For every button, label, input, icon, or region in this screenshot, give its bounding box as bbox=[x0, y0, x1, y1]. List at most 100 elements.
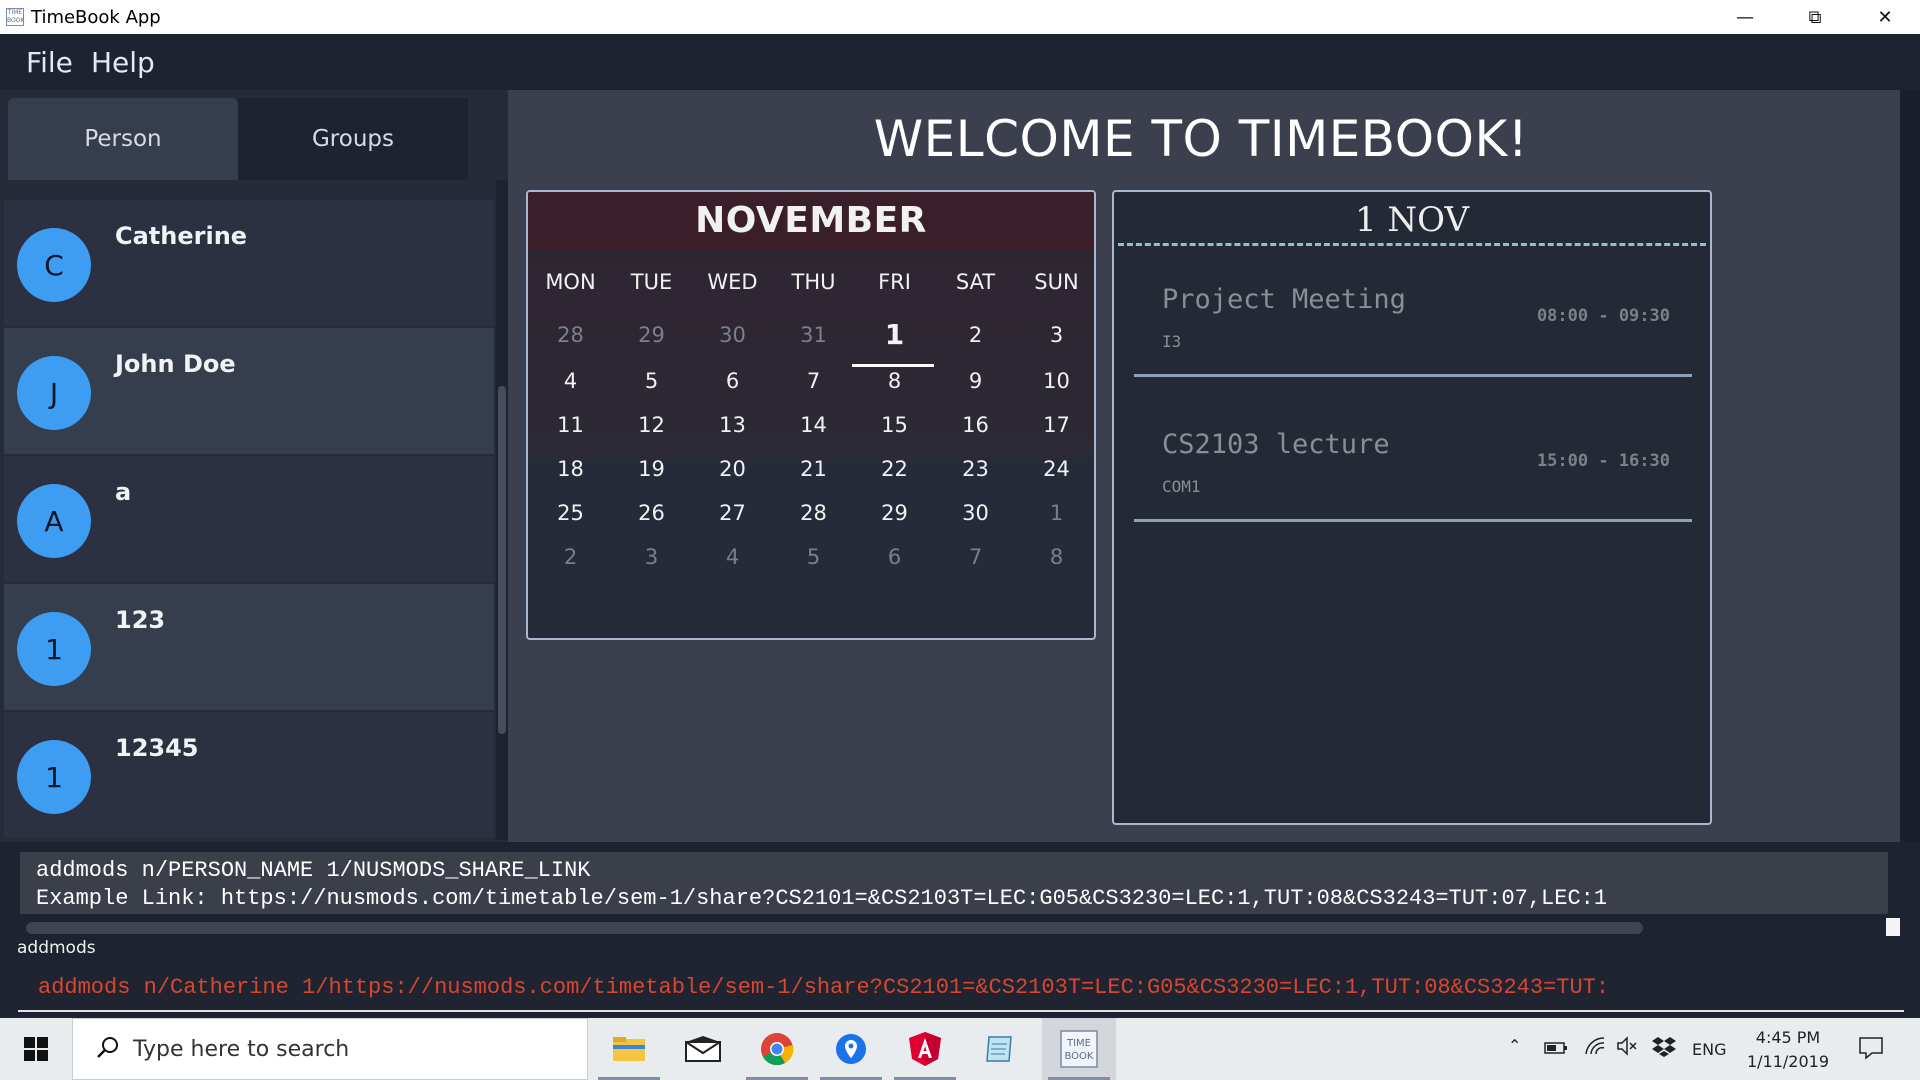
tab-groups[interactable]: Groups bbox=[238, 98, 468, 180]
calendar-day[interactable]: 9 bbox=[935, 369, 1016, 393]
main-scrollbar[interactable] bbox=[1900, 90, 1920, 842]
result-display[interactable]: addmods n/PERSON_NAME 1/NUSMODS_SHARE_LI… bbox=[20, 852, 1888, 914]
menu-file[interactable]: File bbox=[26, 46, 73, 79]
notepad-icon[interactable] bbox=[962, 1018, 1036, 1080]
calendar-day[interactable]: 14 bbox=[773, 413, 854, 437]
restore-button[interactable]: ⧉ bbox=[1780, 0, 1850, 34]
calendar-day[interactable]: 6 bbox=[854, 545, 935, 569]
calendar-day[interactable]: 29 bbox=[854, 501, 935, 525]
timebook-app-icon: TIME BOOK bbox=[6, 8, 25, 26]
file-explorer-icon[interactable] bbox=[592, 1018, 666, 1080]
result-line-2: Example Link: https://nusmods.com/timeta… bbox=[36, 886, 1608, 911]
chevron-up-icon[interactable]: ⌃ bbox=[1508, 1036, 1521, 1055]
svg-text:TIME: TIME bbox=[1066, 1038, 1091, 1049]
calendar-day[interactable]: 5 bbox=[611, 369, 692, 393]
svg-text:BOOK: BOOK bbox=[1065, 1051, 1094, 1062]
event-title: CS2103 lecture bbox=[1162, 429, 1390, 460]
calendar-day[interactable]: 17 bbox=[1016, 413, 1094, 437]
result-scroll-corner bbox=[1886, 918, 1900, 936]
calendar-day[interactable]: 15 bbox=[854, 413, 935, 437]
calendar-day[interactable]: 4 bbox=[530, 369, 611, 393]
maps-icon[interactable] bbox=[814, 1018, 888, 1080]
timebook-taskbar-icon[interactable]: TIME BOOK bbox=[1042, 1018, 1116, 1080]
list-item[interactable]: C Catherine bbox=[4, 200, 494, 326]
calendar-day[interactable]: 20 bbox=[692, 457, 773, 481]
calendar-day[interactable]: 8 bbox=[1016, 545, 1094, 569]
search-placeholder: Type here to search bbox=[133, 1037, 350, 1062]
menu-help[interactable]: Help bbox=[91, 46, 155, 79]
result-horizontal-scrollbar[interactable] bbox=[26, 922, 1643, 934]
calendar-day[interactable]: 6 bbox=[692, 369, 773, 393]
battery-icon[interactable] bbox=[1544, 1040, 1568, 1059]
taskbar-clock[interactable]: 4:45 PM 1/11/2019 bbox=[1740, 1026, 1836, 1074]
volume-muted-icon[interactable] bbox=[1616, 1036, 1638, 1060]
command-input-text: addmods n/Catherine 1/https://nusmods.co… bbox=[38, 975, 1610, 1000]
calendar-day[interactable]: 23 bbox=[935, 457, 1016, 481]
calendar-day[interactable]: 27 bbox=[692, 501, 773, 525]
list-item[interactable]: 1 12345 bbox=[4, 712, 494, 838]
calendar-day[interactable]: 1 bbox=[854, 318, 935, 351]
day-title: 1 NOV bbox=[1354, 200, 1470, 240]
calendar-day[interactable]: 5 bbox=[773, 545, 854, 569]
calendar-day[interactable]: 28 bbox=[773, 501, 854, 525]
clock-date: 1/11/2019 bbox=[1746, 1052, 1830, 1071]
event-card[interactable]: Project Meeting I3 08:00 - 09:30 bbox=[1134, 262, 1692, 377]
calendar-day[interactable]: 19 bbox=[611, 457, 692, 481]
language-indicator[interactable]: ENG bbox=[1692, 1040, 1726, 1059]
calendar-day[interactable]: 4 bbox=[692, 545, 773, 569]
calendar-day[interactable]: 11 bbox=[530, 413, 611, 437]
close-button[interactable]: ✕ bbox=[1850, 0, 1920, 34]
calendar-day[interactable]: 10 bbox=[1016, 369, 1094, 393]
list-item[interactable]: J John Doe bbox=[4, 328, 494, 454]
calendar-day[interactable]: 25 bbox=[530, 501, 611, 525]
menu-bar: File Help bbox=[0, 34, 1920, 90]
tab-person[interactable]: Person bbox=[8, 98, 238, 180]
person-name: John Doe bbox=[115, 350, 236, 378]
command-input[interactable]: addmods n/Catherine 1/https://nusmods.co… bbox=[18, 966, 1904, 1012]
event-card[interactable]: CS2103 lecture COM1 15:00 - 16:30 bbox=[1134, 407, 1692, 522]
calendar-month: NOVEMBER bbox=[695, 200, 927, 241]
calendar-day[interactable]: 24 bbox=[1016, 457, 1094, 481]
calendar-day[interactable]: 3 bbox=[611, 545, 692, 569]
mail-icon[interactable] bbox=[666, 1018, 740, 1080]
calendar-day[interactable]: 7 bbox=[935, 545, 1016, 569]
calendar-day[interactable]: 1 bbox=[1016, 501, 1094, 525]
chrome-icon[interactable] bbox=[740, 1018, 814, 1080]
command-area: addmods n/PERSON_NAME 1/NUSMODS_SHARE_LI… bbox=[0, 842, 1920, 1018]
calendar-day[interactable]: 30 bbox=[935, 501, 1016, 525]
calendar-day[interactable]: 29 bbox=[611, 323, 692, 347]
calendar-day[interactable]: 18 bbox=[530, 457, 611, 481]
calendar-day[interactable]: 16 bbox=[935, 413, 1016, 437]
person-list-scroll-thumb[interactable] bbox=[498, 386, 506, 734]
calendar-day[interactable]: 26 bbox=[611, 501, 692, 525]
person-panel: Person Groups C Catherine J John Doe A a… bbox=[0, 90, 508, 842]
calendar-day[interactable]: 30 bbox=[692, 323, 773, 347]
calendar-day[interactable]: 7 bbox=[773, 369, 854, 393]
dropbox-icon[interactable] bbox=[1652, 1036, 1676, 1062]
calendar-day[interactable]: 3 bbox=[1016, 323, 1094, 347]
event-location: I3 bbox=[1162, 332, 1182, 351]
calendar-day[interactable]: 2 bbox=[530, 545, 611, 569]
calendar-day[interactable]: 8 bbox=[854, 369, 935, 393]
calendar-day[interactable]: 13 bbox=[692, 413, 773, 437]
list-item[interactable]: A a bbox=[4, 456, 494, 582]
search-icon bbox=[95, 1035, 121, 1066]
list-item[interactable]: 1 123 bbox=[4, 584, 494, 710]
selected-day-underline bbox=[852, 364, 934, 367]
calendar-day[interactable]: 31 bbox=[773, 323, 854, 347]
minimize-button[interactable]: — bbox=[1710, 0, 1780, 34]
taskbar-search[interactable]: Type here to search bbox=[72, 1018, 588, 1080]
calendar-day[interactable]: 21 bbox=[773, 457, 854, 481]
windows-start-icon[interactable] bbox=[0, 1018, 72, 1080]
weekday-label: WED bbox=[707, 270, 758, 294]
weekday-label: TUE bbox=[630, 270, 673, 294]
event-title: Project Meeting bbox=[1162, 284, 1406, 315]
angular-icon[interactable] bbox=[888, 1018, 962, 1080]
calendar-day[interactable]: 2 bbox=[935, 323, 1016, 347]
notification-icon[interactable] bbox=[1858, 1036, 1884, 1064]
wifi-icon[interactable] bbox=[1584, 1036, 1606, 1060]
calendar-day[interactable]: 28 bbox=[530, 323, 611, 347]
person-name: 12345 bbox=[115, 734, 199, 762]
calendar-day[interactable]: 12 bbox=[611, 413, 692, 437]
calendar-day[interactable]: 22 bbox=[854, 457, 935, 481]
